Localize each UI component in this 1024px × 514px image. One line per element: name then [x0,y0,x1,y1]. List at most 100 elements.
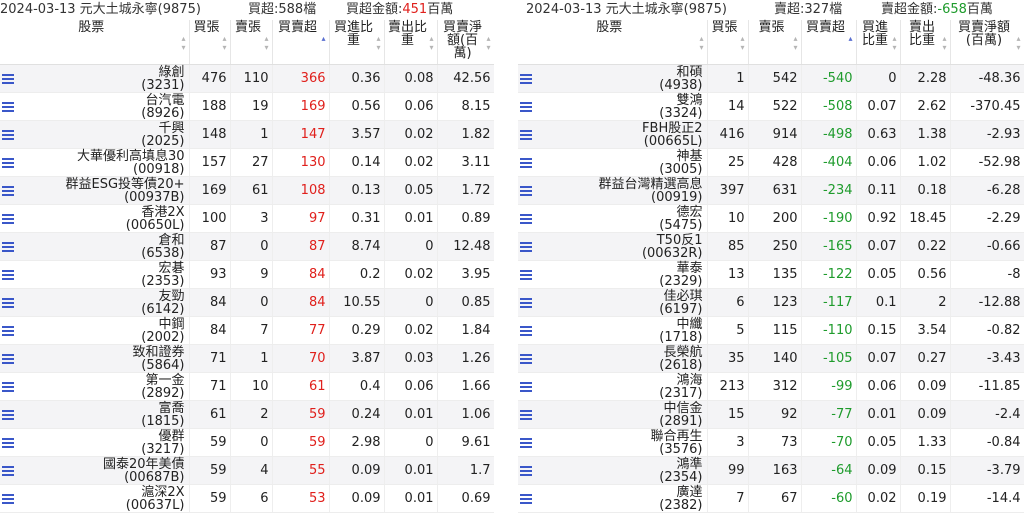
stock-name[interactable]: 和碩 [521,66,702,79]
sort-arrows-icon[interactable]: ▴ ▾ [740,34,744,52]
column-header-net[interactable]: 買賣超 ▴ [801,20,857,65]
sort-arrows-icon[interactable]: ▴ ▾ [376,34,380,52]
column-header-sell-pct[interactable]: 賣出比重 ▴ ▾ [384,20,438,65]
stock-name[interactable]: 佳必琪 [521,290,702,303]
table-row[interactable]: 中信金 (2891) 15 92 -77 0.01 0.09 -2.4 [518,400,1024,429]
list-menu-icon[interactable] [520,354,532,364]
table-row[interactable]: 千興 (2025) 148 1 147 3.57 0.02 1.82 [0,120,494,149]
stock-name[interactable]: 千興 [3,122,184,135]
list-menu-icon[interactable] [520,214,532,224]
table-row[interactable]: 中鋼 (2002) 84 7 77 0.29 0.02 1.84 [0,316,494,345]
stock-name[interactable]: 群益ESG投等債20+ [3,178,185,191]
list-menu-icon[interactable] [520,242,532,252]
stock-name[interactable]: 滬深2X [3,486,184,499]
stock-cell[interactable]: 綠創 (3231) [0,64,190,93]
column-header-buy[interactable]: 買張 ▴ ▾ [707,20,749,65]
list-menu-icon[interactable] [2,382,14,392]
stock-cell[interactable]: 滬深2X (00637L) [0,484,190,513]
stock-cell[interactable]: 宏碁 (2353) [0,260,190,289]
stock-name[interactable]: 德宏 [521,206,702,219]
table-row[interactable]: 鴻準 (2354) 99 163 -64 0.09 0.15 -3.79 [518,456,1024,485]
list-menu-icon[interactable] [2,270,14,280]
list-menu-icon[interactable] [2,354,14,364]
column-header-stock[interactable]: 股票 ▴ ▾ [518,20,708,65]
stock-name[interactable]: 廣達 [521,486,702,499]
table-row[interactable]: 鴻海 (2317) 213 312 -99 0.06 0.09 -11.85 [518,372,1024,401]
table-row[interactable]: 綠創 (3231) 476 110 366 0.36 0.08 42.56 [0,64,494,93]
stock-cell[interactable]: 佳必琪 (6197) [518,288,708,317]
stock-name[interactable]: 長榮航 [521,346,702,359]
stock-cell[interactable]: 長榮航 (2618) [518,344,708,373]
stock-name[interactable]: T50反1 [521,234,703,247]
column-header-net[interactable]: 買賣超 ▴ [272,20,330,65]
stock-cell[interactable]: 廣達 (2382) [518,484,708,513]
stock-name[interactable]: 倉和 [3,234,184,247]
stock-name[interactable]: 中鋼 [3,318,184,331]
stock-name[interactable]: 雙鴻 [521,94,702,107]
stock-cell[interactable]: 聯合再生 (3576) [518,428,708,457]
table-row[interactable]: 德宏 (5475) 10 200 -190 0.92 18.45 -2.29 [518,204,1024,233]
stock-cell[interactable]: 第一金 (2892) [0,372,190,401]
stock-name[interactable]: FBH股正2 [521,122,702,135]
column-header-buy[interactable]: 買張 ▴ ▾ [189,20,231,65]
sort-arrows-icon[interactable]: ▴ ▾ [429,34,433,52]
stock-name[interactable]: 台汽電 [3,94,184,107]
table-row[interactable]: 廣達 (2382) 7 67 -60 0.02 0.19 -14.4 [518,484,1024,513]
stock-cell[interactable]: 華泰 (2329) [518,260,708,289]
stock-cell[interactable]: 鴻準 (2354) [518,456,708,485]
stock-cell[interactable]: 國泰20年美債 (00687B) [0,456,190,485]
sort-arrows-icon[interactable]: ▴ [321,34,325,43]
list-menu-icon[interactable] [520,102,532,112]
table-row[interactable]: 滬深2X (00637L) 59 6 53 0.09 0.01 0.69 [0,484,494,513]
list-menu-icon[interactable] [520,130,532,140]
sort-arrows-icon[interactable]: ▴ [848,34,852,43]
column-header-buy-pct[interactable]: 買進比重 ▴ ▾ [856,20,901,65]
sort-arrows-icon[interactable]: ▴ ▾ [942,34,946,52]
stock-cell[interactable]: 中纖 (1718) [518,316,708,345]
stock-cell[interactable]: 香港2X (00650L) [0,204,190,233]
table-row[interactable]: 華泰 (2329) 13 135 -122 0.05 0.56 -8 [518,260,1024,289]
list-menu-icon[interactable] [520,466,532,476]
list-menu-icon[interactable] [520,438,532,448]
stock-name[interactable]: 鴻準 [521,458,702,471]
stock-name[interactable]: 富喬 [3,402,184,415]
table-row[interactable]: 倉和 (6538) 87 0 87 8.74 0 12.48 [0,232,494,261]
sort-arrows-icon[interactable]: ▴ ▾ [264,34,268,52]
list-menu-icon[interactable] [520,298,532,308]
stock-cell[interactable]: 大華優利高填息30 (00918) [0,148,190,177]
table-row[interactable]: 聯合再生 (3576) 3 73 -70 0.05 1.33 -0.84 [518,428,1024,457]
list-menu-icon[interactable] [520,382,532,392]
table-row[interactable]: 宏碁 (2353) 93 9 84 0.2 0.02 3.95 [0,260,494,289]
sort-arrows-icon[interactable]: ▴ ▾ [1016,34,1020,52]
list-menu-icon[interactable] [520,186,532,196]
stock-name[interactable]: 香港2X [3,206,184,219]
table-row[interactable]: 富喬 (1815) 61 2 59 0.24 0.01 1.06 [0,400,494,429]
list-menu-icon[interactable] [2,214,14,224]
list-menu-icon[interactable] [2,410,14,420]
stock-name[interactable]: 聯合再生 [521,430,702,443]
table-row[interactable]: 群益ESG投等債20+ (00937B) 169 61 108 0.13 0.05 1.72 [0,176,494,205]
stock-name[interactable]: 綠創 [3,66,184,79]
stock-name[interactable]: 友勁 [3,290,184,303]
column-header-amount[interactable]: 買賣淨額(百萬) ▴ ▾ [950,20,1024,65]
column-header-buy-pct[interactable]: 買進比重 ▴ ▾ [329,20,385,65]
table-row[interactable]: 致和證券 (5864) 71 1 70 3.87 0.03 1.26 [0,344,494,373]
list-menu-icon[interactable] [520,270,532,280]
stock-name[interactable]: 致和證券 [3,346,184,359]
table-row[interactable]: 香港2X (00650L) 100 3 97 0.31 0.01 0.89 [0,204,494,233]
list-menu-icon[interactable] [2,494,14,504]
table-row[interactable]: 神基 (3005) 25 428 -404 0.06 1.02 -52.98 [518,148,1024,177]
list-menu-icon[interactable] [2,186,14,196]
table-row[interactable]: 和碩 (4938) 1 542 -540 0 2.28 -48.36 [518,64,1024,93]
table-row[interactable]: 第一金 (2892) 71 10 61 0.4 0.06 1.66 [0,372,494,401]
stock-name[interactable]: 中信金 [521,402,702,415]
stock-name[interactable]: 鴻海 [521,374,702,387]
stock-cell[interactable]: 群益ESG投等債20+ (00937B) [0,176,190,205]
stock-cell[interactable]: 千興 (2025) [0,120,190,149]
stock-name[interactable]: 國泰20年美債 [3,458,185,471]
column-header-sell[interactable]: 賣張 ▴ ▾ [230,20,273,65]
table-row[interactable]: 友勁 (6142) 84 0 84 10.55 0 0.85 [0,288,494,317]
list-menu-icon[interactable] [2,130,14,140]
column-header-sell[interactable]: 賣張 ▴ ▾ [748,20,802,65]
stock-cell[interactable]: 富喬 (1815) [0,400,190,429]
